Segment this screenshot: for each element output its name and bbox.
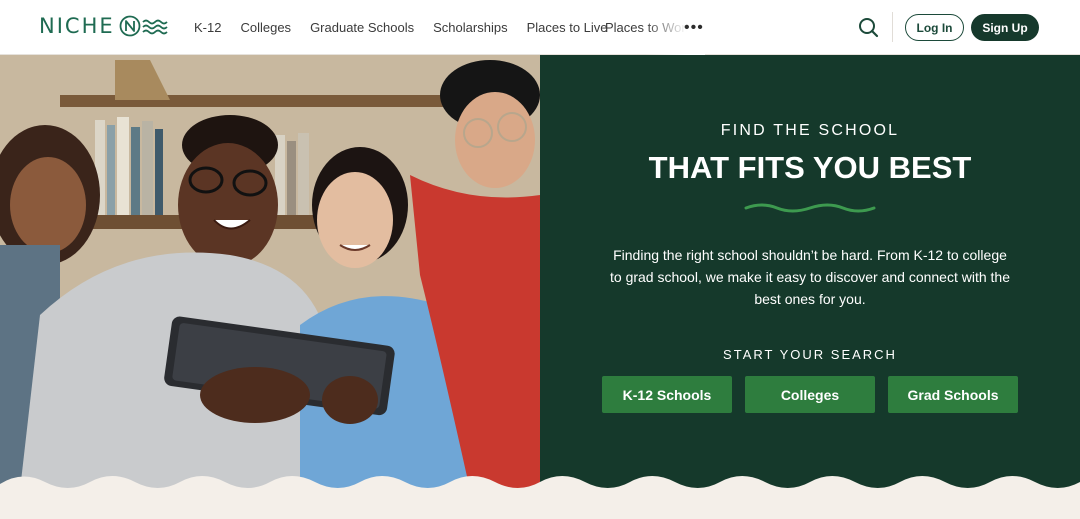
logo-wave-icon: [119, 14, 169, 38]
grad-schools-button[interactable]: Grad Schools: [888, 376, 1018, 413]
nav-item-places-to-live[interactable]: Places to Live: [527, 20, 608, 35]
squiggle-divider-icon: [744, 203, 876, 213]
niche-logo[interactable]: NICHE: [39, 14, 169, 38]
site-header: NICHE K-12 Colleges Graduate Schools Sch…: [0, 0, 1080, 55]
search-icon[interactable]: [857, 16, 879, 38]
nav-item-graduate-schools[interactable]: Graduate Schools: [310, 20, 414, 35]
login-button[interactable]: Log In: [905, 14, 964, 41]
hero-photo-students: [0, 55, 540, 490]
wave-divider: [0, 476, 1080, 519]
signup-button[interactable]: Sign Up: [971, 14, 1039, 41]
colleges-button[interactable]: Colleges: [745, 376, 875, 413]
page: NICHE K-12 Colleges Graduate Schools Sch…: [0, 0, 1080, 519]
k12-schools-button[interactable]: K-12 Schools: [602, 376, 732, 413]
nav-item-scholarships[interactable]: Scholarships: [433, 20, 507, 35]
nav-item-colleges[interactable]: Colleges: [240, 20, 291, 35]
hero-kicker: FIND THE SCHOOL: [720, 122, 900, 139]
header-divider: [892, 12, 893, 42]
start-search-label: START YOUR SEARCH: [723, 347, 897, 362]
nav-item-places-to-work[interactable]: Places to Work: [605, 20, 692, 35]
nav-item-k12[interactable]: K-12: [194, 20, 221, 35]
hero-description: Finding the right school shouldn’t be ha…: [610, 247, 1010, 307]
more-menu-icon[interactable]: •••: [684, 19, 704, 37]
logo-wordmark: NICHE: [39, 14, 115, 38]
hero-title: THAT FITS YOU BEST: [648, 150, 972, 185]
